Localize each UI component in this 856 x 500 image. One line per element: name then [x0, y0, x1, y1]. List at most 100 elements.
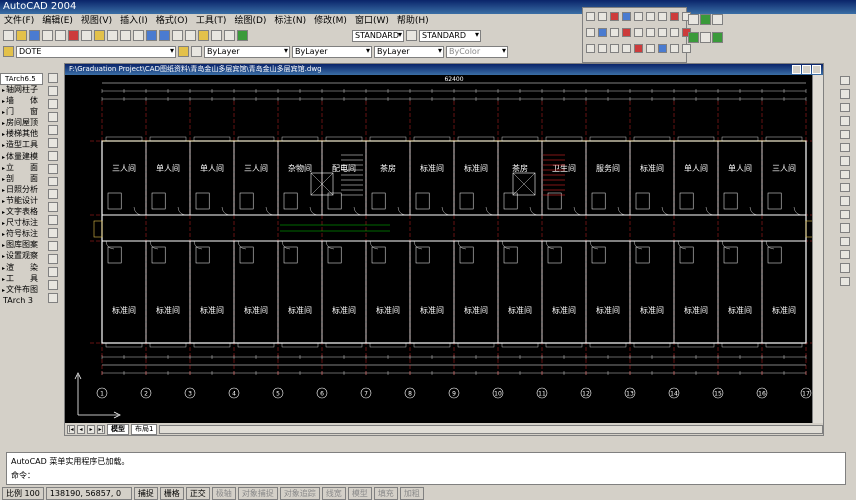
table-icon[interactable] — [48, 280, 58, 290]
tarch-menu-item[interactable]: 符号标注 — [0, 229, 43, 240]
layer-previous-icon[interactable] — [191, 46, 202, 57]
status-toggle-2[interactable]: 正交 — [185, 487, 210, 500]
status-toggle-4[interactable]: 对象捕捉 — [237, 487, 278, 500]
menu-item-0[interactable]: 文件(F) — [0, 14, 38, 28]
zoom-realtime-icon[interactable] — [159, 30, 170, 41]
text-style-combo[interactable]: STANDARD — [352, 29, 404, 42]
extend-icon[interactable] — [840, 209, 850, 220]
pan-icon[interactable] — [146, 30, 157, 41]
object-snap-icon[interactable] — [712, 14, 723, 25]
zoom-previous-icon[interactable] — [185, 30, 196, 41]
copy-object-icon[interactable] — [840, 89, 850, 99]
linetype-combo[interactable]: ByLayer — [292, 45, 372, 58]
tab-layout1[interactable]: 布局1 — [131, 423, 158, 435]
tarch-tool-icon[interactable] — [646, 12, 655, 21]
layer-combo[interactable]: DOTE — [16, 45, 176, 58]
menu-item-10[interactable]: 帮助(H) — [393, 14, 433, 28]
polyline-icon[interactable] — [48, 98, 58, 109]
region-icon[interactable] — [48, 267, 58, 277]
zoom-window-icon[interactable] — [172, 30, 183, 41]
mirror-icon[interactable] — [840, 102, 850, 113]
lineweight-combo[interactable]: ByLayer — [374, 45, 444, 58]
arc-icon[interactable] — [48, 137, 58, 148]
point-icon[interactable] — [48, 241, 58, 252]
tarch-menu-item[interactable]: 设置观察 — [0, 251, 43, 262]
tarch-menu-item[interactable]: 轴网柱子 — [0, 85, 43, 96]
tarch-tool-icon[interactable] — [658, 28, 667, 37]
first-tab-icon[interactable]: |◂ — [67, 424, 75, 434]
tarch-tool-icon[interactable] — [610, 28, 619, 37]
tarch-menu-item[interactable]: 文字表格 — [0, 207, 43, 218]
object-snap-icon[interactable] — [700, 14, 711, 25]
drawing-canvas[interactable]: 624001 2 3 4 5 6 7 8 9 10 11 12 13 14 15 16 17三人间 单人间 单人间三… — [65, 75, 823, 424]
tarch-menu-item[interactable]: 节能设计 — [0, 196, 43, 207]
cut-icon[interactable] — [68, 30, 79, 41]
ellipse-icon[interactable] — [48, 189, 58, 200]
plotstyle-combo[interactable]: ByColor — [446, 45, 508, 58]
trim-icon[interactable] — [840, 196, 850, 206]
circle-icon[interactable] — [48, 150, 58, 161]
join-icon[interactable] — [840, 236, 850, 246]
print-icon[interactable] — [42, 30, 53, 41]
tarch-menu-item[interactable]: 渲 染 — [0, 263, 43, 274]
construction-line-icon[interactable] — [48, 85, 58, 96]
make-current-layer-icon[interactable] — [178, 46, 189, 57]
dim-style-icon[interactable] — [406, 30, 417, 41]
tarch-menu-item[interactable]: 剖 面 — [0, 174, 43, 185]
object-snap-icon[interactable] — [700, 32, 711, 43]
redo-icon[interactable] — [133, 30, 144, 41]
status-toggle-8[interactable]: 填充 — [373, 487, 398, 500]
spline-icon[interactable] — [48, 176, 58, 187]
tarch-tool-icon[interactable] — [598, 12, 607, 21]
tarch-tool-icon[interactable] — [586, 44, 595, 53]
rectangle-icon[interactable] — [48, 124, 58, 135]
menu-item-6[interactable]: 绘图(D) — [230, 14, 270, 28]
menu-item-4[interactable]: 格式(O) — [152, 14, 192, 28]
tarch-menu-item[interactable]: 造型工具 — [0, 140, 43, 151]
object-snap-icon[interactable] — [688, 32, 699, 43]
new-icon[interactable] — [3, 30, 14, 41]
ellipse-arc-icon[interactable] — [48, 202, 58, 213]
undo-icon[interactable] — [120, 30, 131, 41]
make-block-icon[interactable] — [48, 228, 58, 239]
tarch-menu-item[interactable]: 门 窗 — [0, 107, 43, 118]
last-tab-icon[interactable]: ▸| — [97, 424, 105, 434]
tarch-tool-icon[interactable] — [634, 44, 643, 53]
tarch-tool-icon[interactable] — [634, 28, 643, 37]
tarch-menu-item[interactable]: 尺寸标注 — [0, 218, 43, 229]
design-center-icon[interactable] — [211, 30, 222, 41]
tab-model[interactable]: 模型 — [107, 423, 129, 435]
tarch-tool-icon[interactable] — [610, 12, 619, 21]
tarch-tool-icon[interactable] — [622, 12, 631, 21]
object-snap-icon[interactable] — [712, 32, 723, 43]
tarch-menu-item[interactable]: 图库图案 — [0, 240, 43, 251]
break-icon[interactable] — [840, 223, 850, 233]
array-icon[interactable] — [840, 129, 850, 139]
tarch-menu-item[interactable]: 楼梯其他 — [0, 129, 43, 140]
move-icon[interactable] — [840, 142, 850, 153]
vertical-scrollbar[interactable] — [812, 75, 823, 424]
tarch-tool-icon[interactable] — [658, 12, 667, 21]
next-tab-icon[interactable]: ▸ — [87, 424, 95, 434]
tarch-menu-item[interactable]: 工 具 — [0, 274, 43, 285]
tarch-tool-icon[interactable] — [586, 12, 595, 21]
tarch-menu-item[interactable]: 墙 体 — [0, 96, 43, 107]
scale-icon[interactable] — [840, 169, 850, 179]
erase-icon[interactable] — [840, 76, 850, 86]
tarch-menu-item[interactable]: 立 面 — [0, 163, 43, 174]
revision-cloud-icon[interactable] — [48, 163, 58, 174]
tarch-tool-icon[interactable] — [622, 28, 631, 37]
tarch-tool-icon[interactable] — [598, 28, 607, 37]
horizontal-scrollbar[interactable] — [159, 424, 823, 434]
prev-tab-icon[interactable]: ◂ — [77, 424, 85, 434]
minimize-icon[interactable] — [792, 65, 801, 74]
maximize-icon[interactable] — [802, 65, 811, 74]
tarch-menu-item[interactable]: 房间屋顶 — [0, 118, 43, 129]
tarch-tool-icon[interactable] — [646, 28, 655, 37]
tarch-tool-icon[interactable] — [622, 44, 631, 53]
hatch-icon[interactable] — [48, 254, 58, 265]
properties-icon[interactable] — [198, 30, 209, 41]
tarch-tool-icon[interactable] — [658, 44, 667, 53]
tarch-tool-icon[interactable] — [670, 28, 679, 37]
tarch-menu-item[interactable]: 文件布图 — [0, 285, 43, 296]
